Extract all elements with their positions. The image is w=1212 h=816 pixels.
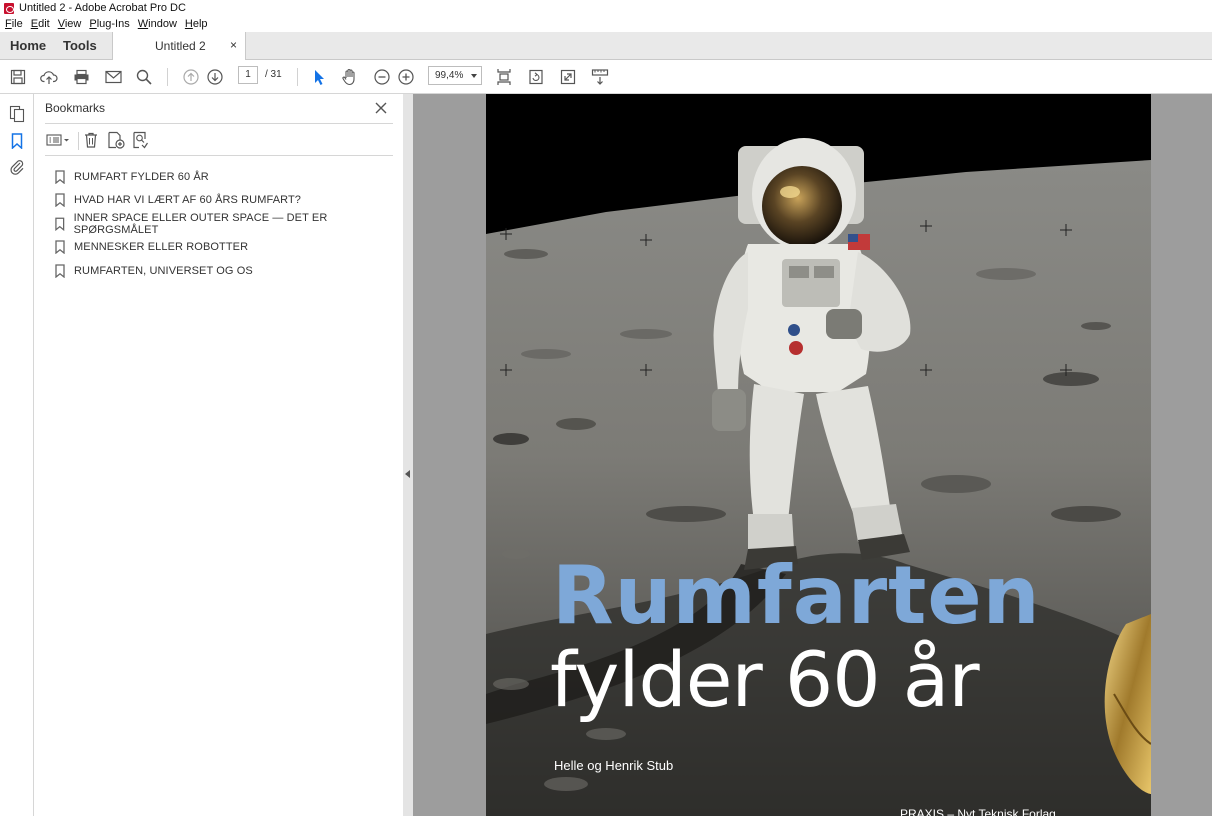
hand-tool-icon[interactable] [341,68,359,86]
bookmark-label: HVAD HAR VI LÆRT AF 60 ÅRS RUMFART? [74,194,302,207]
panel-divider [45,155,393,156]
tab-document-label: Untitled 2 [155,39,206,53]
collapse-arrow-icon[interactable] [405,470,410,478]
bookmarks-panel: Bookmarks RUMFART FYLDER 60 ÅR HVAD HAR … [34,94,404,816]
menu-file[interactable]: File [5,18,23,30]
bookmark-list: RUMFART FYLDER 60 ÅR HVAD HAR VI LÆRT AF… [54,165,403,283]
pdf-page[interactable]: Rumfarten fylder 60 år Helle og Henrik S… [486,94,1151,816]
panel-splitter[interactable] [403,94,413,816]
measure-tool-icon[interactable] [591,68,609,86]
zoom-in-icon[interactable] [397,68,415,86]
email-icon[interactable] [104,68,122,86]
panel-toolbar-separator [78,132,79,150]
bookmark-icon [55,217,65,231]
bookmark-label: MENNESKER ELLER ROBOTTER [74,241,249,254]
page-total-count: / 31 [265,69,282,80]
cover-title-line2: fylder 60 år [550,635,980,724]
next-page-icon[interactable] [206,68,224,86]
acrobat-icon [4,2,14,14]
tab-document[interactable]: Untitled 2 × [112,32,246,60]
previous-page-icon[interactable] [182,68,200,86]
toolbar-separator [297,68,298,86]
menu-plugins[interactable]: Plug-Ins [89,18,129,30]
bookmark-item[interactable]: MENNESKER ELLER ROBOTTER [54,236,403,260]
title-bar: Untitled 2 - Adobe Acrobat Pro DC [0,0,1212,16]
panel-divider [45,123,393,124]
zoom-out-icon[interactable] [373,68,391,86]
panel-title: Bookmarks [45,101,106,115]
chevron-down-icon [471,74,477,78]
close-icon[interactable] [374,101,388,115]
menu-bar: File Edit View Plug-Ins Window Help [0,16,1212,32]
close-tab-icon[interactable]: × [230,38,237,52]
delete-bookmark-icon[interactable] [81,131,101,149]
bookmark-icon[interactable] [8,132,26,150]
cover-publisher: PRAXIS – Nyt Teknisk Forlag [900,807,1056,816]
rotate-view-icon[interactable] [527,68,545,86]
print-icon[interactable] [72,68,90,86]
tab-bar: Home Tools Untitled 2 × [0,32,1212,60]
zoom-level-select[interactable]: 99,4% [428,66,482,85]
menu-help[interactable]: Help [185,18,208,30]
bookmark-label: INNER SPACE ELLER OUTER SPACE — DET ER S… [73,211,328,236]
menu-window[interactable]: Window [138,18,177,30]
bookmark-icon [55,193,65,208]
bookmark-item[interactable]: INNER SPACE ELLER OUTER SPACE — DET ER S… [54,212,403,236]
search-icon[interactable] [135,68,153,86]
cover-title-line1: Rumfarten [552,549,1041,642]
tab-home[interactable]: Home [10,32,46,59]
bookmark-label: RUMFART FYLDER 60 ÅR [74,170,209,183]
bookmark-icon [55,264,65,278]
bookmark-icon [55,240,65,255]
save-icon[interactable] [9,68,27,86]
bookmark-search-icon[interactable] [131,131,151,149]
full-screen-icon[interactable] [559,68,577,86]
bookmark-item[interactable]: RUMFARTEN, UNIVERSET OG OS [54,259,403,283]
attachment-icon[interactable] [8,158,26,176]
bookmark-label: RUMFARTEN, UNIVERSET OG OS [74,264,253,277]
navigation-rail [0,94,34,816]
bookmark-icon [55,170,65,184]
page-number-input[interactable] [238,66,258,84]
toolbar [0,60,1212,94]
cover-authors: Helle og Henrik Stub [554,758,674,773]
upload-cloud-icon[interactable] [40,68,58,86]
page-thumbnails-icon[interactable] [8,105,26,123]
document-view[interactable]: Rumfarten fylder 60 år Helle og Henrik S… [413,94,1212,816]
menu-view[interactable]: View [58,18,82,30]
window-title: Untitled 2 - Adobe Acrobat Pro DC [19,2,186,14]
zoom-level-value: 99,4% [435,70,464,81]
bookmark-item[interactable]: RUMFART FYLDER 60 ÅR [54,165,403,189]
bookmark-item[interactable]: HVAD HAR VI LÆRT AF 60 ÅRS RUMFART? [54,189,403,213]
select-pointer-icon[interactable] [310,68,328,86]
fit-page-icon[interactable] [495,68,513,86]
menu-edit[interactable]: Edit [31,18,50,30]
new-bookmark-icon[interactable] [106,131,126,149]
toolbar-separator [167,68,168,86]
tab-tools[interactable]: Tools [63,32,97,59]
bookmark-options-icon[interactable] [46,131,70,149]
